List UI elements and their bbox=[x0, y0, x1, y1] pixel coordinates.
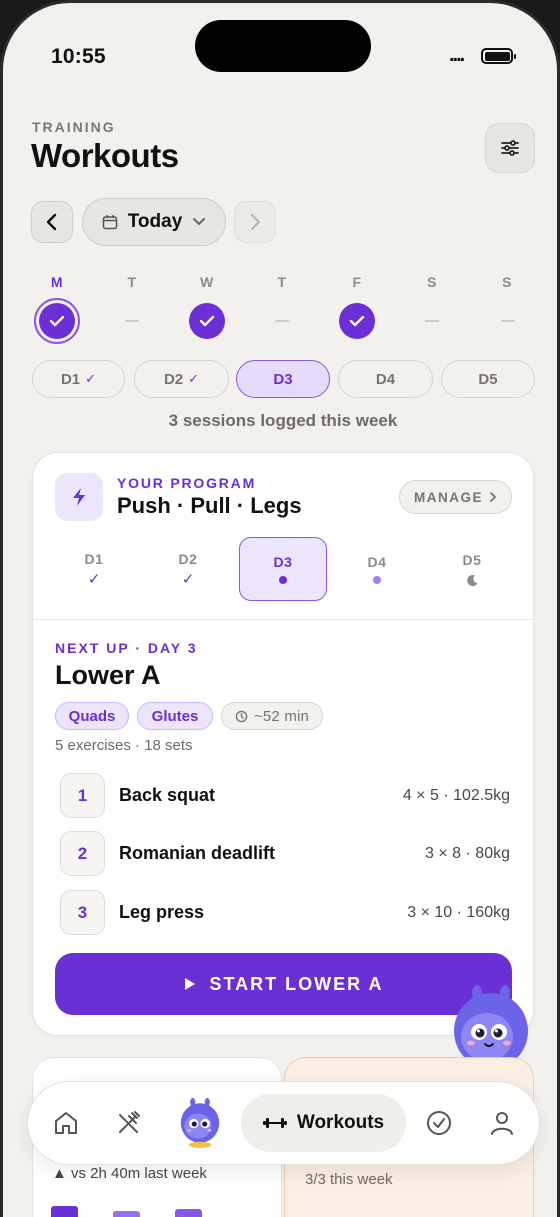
day-status-thu[interactable] bbox=[275, 320, 289, 322]
divider bbox=[33, 619, 533, 620]
upcoming-dot-icon bbox=[373, 576, 381, 584]
volume-compare-text: ▲ vs 2h 40m last week bbox=[52, 1165, 207, 1182]
calendar-icon bbox=[102, 215, 117, 230]
chevron-right-icon bbox=[490, 492, 496, 502]
date-picker-button[interactable]: Today bbox=[82, 198, 226, 246]
check-icon: ✓ bbox=[181, 571, 195, 588]
filter-button[interactable] bbox=[485, 123, 535, 173]
mascot-icon bbox=[180, 1098, 220, 1148]
duration-tag: ~52 min bbox=[221, 702, 323, 730]
day-chip-d4[interactable]: D4 bbox=[338, 360, 433, 398]
chevron-down-icon bbox=[193, 218, 206, 225]
week-summary: 3 sessions logged this week bbox=[168, 411, 398, 430]
program-card: YOUR PROGRAM Push · Pull · Legs MANAGE D… bbox=[32, 452, 534, 1036]
program-day-d1[interactable]: D1 ✓ bbox=[50, 537, 138, 601]
weekday-sat: S bbox=[427, 274, 437, 290]
day-status-sun[interactable] bbox=[501, 320, 515, 322]
next-up-eyebrow: NEXT UP · DAY 3 bbox=[55, 640, 198, 656]
weekday-wed: W bbox=[200, 274, 214, 290]
dynamic-island bbox=[195, 20, 371, 72]
exercise-row[interactable]: 3 Leg press 3 × 10 · 160kg bbox=[60, 890, 510, 936]
dumbbell-icon bbox=[262, 1118, 287, 1128]
day-status-mon[interactable] bbox=[34, 298, 80, 344]
phone-screen: 10:55 .... TRAINING Workouts Today M T W… bbox=[0, 0, 560, 1217]
program-day-d2[interactable]: D2 ✓ bbox=[144, 537, 232, 601]
sessions-week-text: 3/3 this week bbox=[305, 1171, 393, 1188]
home-icon bbox=[55, 1112, 77, 1134]
next-day-button[interactable] bbox=[234, 201, 276, 243]
manage-program-button[interactable]: MANAGE bbox=[399, 480, 512, 514]
check-icon bbox=[189, 303, 225, 339]
day-chip-d3[interactable]: D3 bbox=[236, 360, 330, 398]
page-title: Workouts bbox=[31, 137, 179, 174]
volume-bar bbox=[51, 1206, 78, 1217]
muscle-tag-glutes: Glutes bbox=[137, 702, 213, 730]
check-icon: ✓ bbox=[87, 571, 101, 588]
sliders-icon bbox=[501, 140, 519, 156]
day-chip-d1[interactable]: D1 ✓ bbox=[32, 360, 125, 398]
check-icon: ✓ bbox=[188, 371, 200, 386]
status-time: 10:55 bbox=[51, 45, 106, 68]
day-status-fri[interactable] bbox=[339, 303, 375, 339]
battery-icon bbox=[481, 48, 516, 64]
exercise-row[interactable]: 2 Romanian deadlift 3 × 8 · 80kg bbox=[60, 831, 510, 877]
tab-profile[interactable] bbox=[482, 1103, 522, 1143]
date-label: Today bbox=[127, 211, 183, 232]
current-dot-icon bbox=[279, 576, 287, 584]
next-workout-title: Lower A bbox=[55, 660, 161, 690]
program-day-d5[interactable]: D5 bbox=[428, 537, 516, 601]
weekday-tue: T bbox=[127, 274, 137, 290]
tab-bar: Workouts bbox=[27, 1081, 540, 1165]
weekday-sun: S bbox=[502, 274, 512, 290]
volume-bar bbox=[113, 1211, 140, 1217]
tab-workouts[interactable]: Workouts bbox=[241, 1094, 406, 1152]
bolt-icon bbox=[55, 473, 103, 521]
moon-icon bbox=[466, 574, 478, 586]
exercise-row[interactable]: 1 Back squat 4 × 5 · 102.5kg bbox=[60, 773, 510, 819]
check-icon: ✓ bbox=[85, 371, 97, 386]
weekday-mon: M bbox=[50, 274, 64, 290]
day-chip-d5[interactable]: D5 bbox=[441, 360, 535, 398]
tab-habits[interactable] bbox=[419, 1103, 459, 1143]
weekday-thu: T bbox=[277, 274, 287, 290]
tab-mascot[interactable] bbox=[176, 1096, 224, 1150]
program-day-d4[interactable]: D4 bbox=[333, 537, 421, 601]
play-icon bbox=[184, 978, 195, 990]
clock-icon bbox=[235, 710, 248, 722]
day-status-sat[interactable] bbox=[425, 320, 439, 322]
previous-day-button[interactable] bbox=[31, 201, 73, 243]
check-icon bbox=[39, 303, 75, 339]
fork-knife-icon bbox=[119, 1111, 140, 1133]
tab-home[interactable] bbox=[46, 1103, 86, 1143]
start-workout-button[interactable]: START LOWER A bbox=[55, 953, 512, 1015]
day-status-tue[interactable] bbox=[125, 320, 139, 322]
check-icon bbox=[339, 303, 375, 339]
chevron-left-icon bbox=[46, 213, 57, 231]
weekday-fri: F bbox=[352, 274, 362, 290]
program-name: Push · Pull · Legs bbox=[117, 493, 302, 518]
section-eyebrow: TRAINING bbox=[32, 119, 116, 135]
chevron-right-icon bbox=[250, 213, 261, 231]
program-eyebrow: YOUR PROGRAM bbox=[117, 475, 257, 491]
profile-icon bbox=[491, 1112, 513, 1135]
tab-nutrition[interactable] bbox=[109, 1103, 149, 1143]
volume-bar bbox=[175, 1209, 202, 1217]
check-circle-icon bbox=[427, 1111, 451, 1135]
workout-meta: 5 exercises · 18 sets bbox=[55, 737, 193, 754]
program-day-d3[interactable]: D3 bbox=[239, 537, 327, 601]
signal-icon: .... bbox=[449, 44, 465, 66]
day-status-wed[interactable] bbox=[189, 303, 225, 339]
muscle-tag-quads: Quads bbox=[55, 702, 129, 730]
day-chip-d2[interactable]: D2 ✓ bbox=[134, 360, 229, 398]
